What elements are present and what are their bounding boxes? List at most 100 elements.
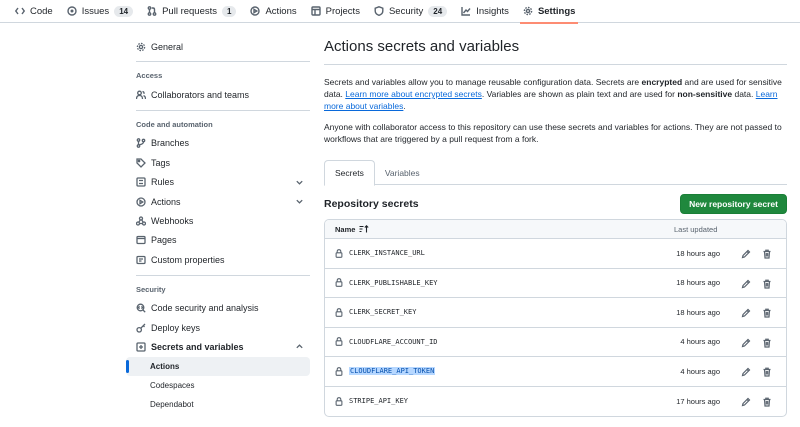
table-row: CLOUDFLARE_API_TOKEN 4 hours ago (325, 357, 786, 387)
trash-icon[interactable] (762, 397, 772, 407)
chevron-down-icon[interactable] (295, 178, 304, 187)
sidebar-subitem-codespaces[interactable]: Codespaces (126, 376, 310, 395)
graph-icon (461, 7, 471, 16)
table-row: STRIPE_API_KEY 17 hours ago (325, 387, 786, 417)
description-text: . Variables are shown as plain text and … (481, 89, 678, 100)
secret-last-updated: 4 hours ago (680, 366, 720, 376)
sidebar-subitem-label: Actions (150, 361, 180, 371)
tab-issues[interactable]: Issues 14 (60, 0, 140, 23)
chevron-down-icon[interactable] (295, 197, 304, 206)
table-header: Name Last updated (325, 220, 786, 239)
pencil-icon[interactable] (741, 367, 751, 377)
sidebar-item-label: Rules (151, 177, 175, 188)
sidebar-item-pages[interactable]: Pages (126, 231, 310, 250)
pencil-icon[interactable] (741, 249, 751, 259)
sidebar-item-webhooks[interactable]: Webhooks (126, 211, 310, 230)
note-icon (136, 255, 146, 264)
pencil-icon[interactable] (741, 279, 751, 289)
secret-name: CLOUDFLARE_ACCOUNT_ID (349, 337, 438, 346)
secret-name: STRIPE_API_KEY (349, 397, 409, 406)
tab-security-label: Security (388, 5, 424, 17)
sidebar-item-actions[interactable]: Actions (126, 192, 310, 211)
sidebar-item-tags[interactable]: Tags (126, 153, 310, 172)
name-column-header[interactable]: Name (335, 224, 370, 234)
sidebar-item-custom-properties[interactable]: Custom properties (126, 250, 310, 269)
sidebar-item-label: Deploy keys (151, 322, 201, 333)
trash-icon[interactable] (762, 249, 772, 259)
new-repository-secret-button[interactable]: New repository secret (680, 194, 787, 214)
learn-encrypted-secrets-link[interactable]: Learn more about encrypted secrets (345, 89, 482, 99)
tab-issues-label: Issues (81, 5, 110, 17)
sidebar-item-label: Pages (151, 235, 177, 246)
table-row: CLOUDFLARE_ACCOUNT_ID 4 hours ago (325, 328, 786, 357)
play-icon (250, 6, 261, 16)
name-column-label: Name (335, 224, 356, 234)
sidebar-item-secrets-and-variables[interactable]: Secrets and variables (126, 337, 310, 356)
secret-name: CLOUDFLARE_API_TOKEN (349, 367, 436, 376)
tab-security[interactable]: Security 24 (367, 0, 454, 23)
sidebar-divider (136, 274, 310, 276)
sidebar-item-deploy-keys[interactable]: Deploy keys (126, 318, 310, 337)
tab-variables[interactable]: Variables (375, 160, 430, 185)
sidebar-item-code-security[interactable]: Code security and analysis (126, 299, 310, 318)
browser-icon (136, 236, 146, 245)
tab-pull-requests-label: Pull requests (162, 5, 218, 17)
codescan-icon (136, 303, 146, 313)
people-icon (136, 90, 146, 100)
section-title: Repository secrets (324, 198, 419, 210)
secret-last-updated: 18 hours ago (676, 307, 720, 317)
sidebar-subitem-dependabot[interactable]: Dependabot (126, 395, 310, 414)
lock-icon (335, 278, 343, 288)
code-icon (15, 7, 25, 15)
tab-code[interactable]: Code (8, 0, 60, 23)
lock-icon (335, 248, 343, 258)
sidebar-item-general[interactable]: General (126, 37, 310, 56)
trash-icon[interactable] (762, 338, 772, 348)
sort-icon (359, 225, 370, 233)
branch-icon (136, 138, 146, 149)
sidebar-item-label: Code security and analysis (151, 303, 259, 314)
lock-icon (335, 366, 343, 376)
chevron-up-icon[interactable] (295, 342, 304, 351)
pull-requests-count-badge: 1 (222, 5, 237, 17)
pull-request-icon (147, 6, 157, 16)
trash-icon[interactable] (762, 367, 772, 377)
tab-insights[interactable]: Insights (454, 0, 516, 23)
sidebar-item-rules[interactable]: Rules (126, 173, 310, 192)
issue-icon (67, 6, 77, 16)
tab-settings[interactable]: Settings (516, 0, 582, 24)
pencil-icon[interactable] (741, 338, 751, 348)
table-row: CLERK_PUBLISHABLE_KEY 18 hours ago (325, 269, 786, 298)
sidebar-item-label: Tags (151, 157, 171, 168)
sidebar-item-branches[interactable]: Branches (126, 134, 310, 153)
pencil-icon[interactable] (741, 397, 751, 407)
page-title: Actions secrets and variables (324, 38, 787, 65)
secret-name: CLERK_INSTANCE_URL (349, 249, 425, 258)
pencil-icon[interactable] (741, 308, 751, 318)
table-row: CLERK_SECRET_KEY 18 hours ago (325, 298, 786, 328)
sidebar-subitem-label: Dependabot (150, 400, 194, 410)
tab-secrets[interactable]: Secrets (324, 160, 375, 186)
security-count-badge: 24 (428, 5, 448, 17)
main-content: Actions secrets and variables Secrets an… (324, 38, 787, 417)
sidebar-divider (136, 109, 310, 111)
tab-projects[interactable]: Projects (304, 0, 367, 23)
description-emphasis: non-sensitive (677, 89, 733, 100)
secret-last-updated: 17 hours ago (676, 396, 720, 406)
tab-code-label: Code (30, 5, 53, 17)
tab-projects-label: Projects (325, 5, 360, 17)
tab-pull-requests[interactable]: Pull requests 1 (140, 0, 243, 23)
gear-icon (136, 42, 146, 51)
secret-name: CLERK_PUBLISHABLE_KEY (349, 278, 438, 287)
tab-actions[interactable]: Actions (243, 0, 303, 23)
trash-icon[interactable] (762, 308, 772, 318)
secret-last-updated: 18 hours ago (676, 278, 720, 288)
sidebar-item-collaborators[interactable]: Collaborators and teams (126, 85, 310, 104)
description-emphasis: encrypted (641, 77, 683, 87)
description-paragraph: Secrets and variables allow you to manag… (324, 76, 787, 113)
trash-icon[interactable] (762, 279, 772, 289)
sidebar-subitem-actions[interactable]: Actions (126, 356, 310, 376)
gear-icon (523, 6, 533, 16)
key-icon (136, 323, 146, 333)
lock-icon (335, 307, 343, 317)
